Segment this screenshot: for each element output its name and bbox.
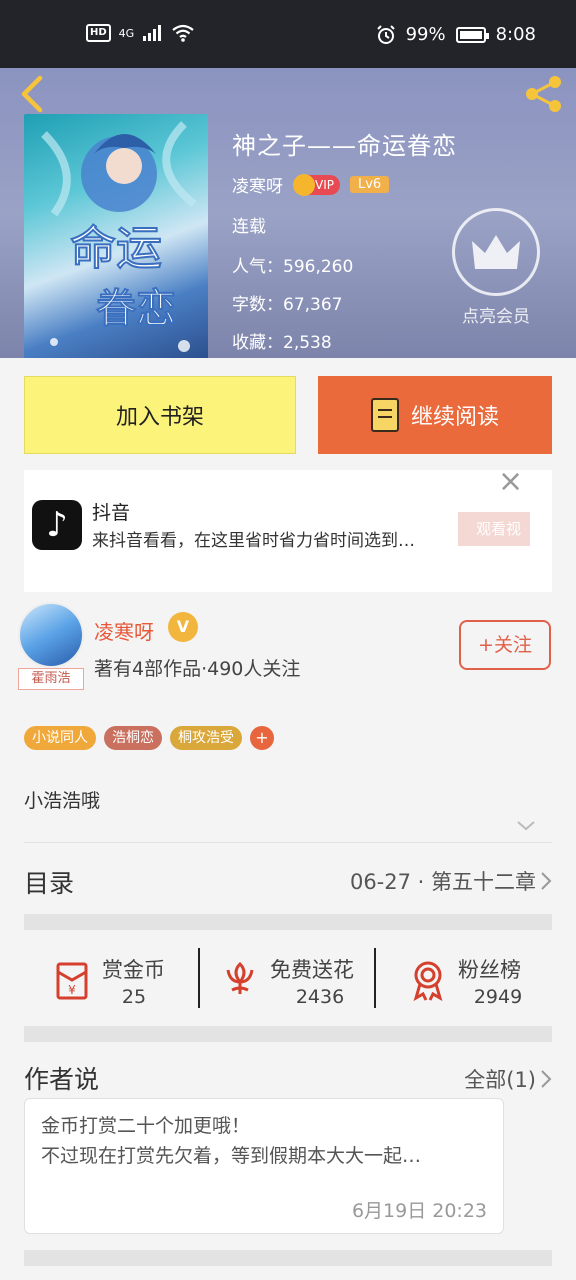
reward-coins-label: 赏金币 bbox=[102, 958, 165, 982]
book-author[interactable]: 凌寒呀 bbox=[232, 172, 283, 197]
book-intro: 小浩浩哦 bbox=[24, 790, 101, 812]
avatar-tag: 霍雨浩 bbox=[18, 668, 84, 690]
send-flower-count: 2436 bbox=[295, 986, 345, 1008]
continue-reading-label: 继续阅读 bbox=[410, 405, 499, 430]
book-title: 神之子——命运眷恋 bbox=[232, 132, 457, 160]
flower-icon bbox=[226, 961, 254, 994]
avatar[interactable] bbox=[18, 602, 84, 668]
member-button[interactable]: 点亮会员 bbox=[452, 208, 540, 327]
ad-banner[interactable]: ♪ 抖音 来抖音看看，在这里省时省力省时间选到… 观看视 × bbox=[24, 467, 552, 592]
svg-text:命运: 命运 bbox=[70, 221, 162, 275]
fan-ranking-label: 粉丝榜 bbox=[458, 958, 521, 982]
vip-badge: VIP bbox=[293, 173, 340, 196]
status-right: 99% 8:08 bbox=[376, 24, 536, 45]
follow-button[interactable]: +关注 bbox=[459, 620, 551, 670]
separator bbox=[198, 948, 200, 1008]
send-flower-label: 免费送花 bbox=[270, 958, 354, 982]
toc-label[interactable]: 目录 bbox=[24, 864, 74, 900]
fan-ranking-button[interactable]: 粉丝榜 2949 bbox=[406, 948, 546, 1012]
separator bbox=[374, 948, 376, 1008]
red-envelope-icon: ¥ bbox=[56, 962, 88, 1000]
word-count-line: 字数：67,367 bbox=[232, 295, 343, 315]
verified-icon: V bbox=[168, 612, 198, 642]
section-divider bbox=[24, 1250, 552, 1266]
member-label: 点亮会员 bbox=[462, 307, 530, 327]
hd-icon: HD bbox=[86, 24, 111, 42]
svg-text:眷恋: 眷恋 bbox=[96, 286, 176, 332]
alarm-icon bbox=[376, 24, 395, 44]
chevron-right-icon[interactable] bbox=[538, 870, 554, 892]
signal-icon bbox=[143, 25, 162, 41]
level-badge: Lv6 bbox=[349, 176, 390, 193]
section-divider bbox=[24, 914, 552, 930]
medal-icon bbox=[413, 961, 443, 1002]
tag-list: 小说同人 浩桐恋 桐攻浩受 + bbox=[24, 726, 274, 750]
reward-coins-button[interactable]: ¥ 赏金币 25 bbox=[50, 948, 200, 1012]
book-icon bbox=[370, 398, 399, 432]
ad-description: 来抖音看看，在这里省时省力省时间选到… bbox=[92, 531, 415, 551]
book-cover[interactable]: 命运 眷恋 bbox=[24, 114, 208, 358]
popularity-line: 人气：596,260 bbox=[232, 257, 354, 277]
clock: 8:08 bbox=[495, 24, 536, 45]
send-flower-button[interactable]: 免费送花 2436 bbox=[218, 948, 378, 1012]
divider bbox=[24, 842, 552, 843]
book-header: 命运 眷恋 神之子——命运眷恋 凌寒呀 VIP Lv6 连载 人气：596,26… bbox=[0, 68, 576, 358]
author-note-card[interactable]: 金币打赏二十个加更哦！ 不过现在打赏先欠着，等到假期本大大一起… 6月19日 2… bbox=[24, 1098, 504, 1234]
battery-percent: 99% bbox=[405, 24, 446, 45]
crown-icon bbox=[293, 173, 315, 196]
tag-chip[interactable]: 桐攻浩受 bbox=[170, 726, 242, 750]
latest-chapter[interactable]: 06-27 · 第五十二章 bbox=[350, 866, 536, 896]
reward-coins-count: 25 bbox=[121, 986, 147, 1008]
back-icon[interactable] bbox=[14, 74, 50, 114]
author-name[interactable]: 凌寒呀 bbox=[94, 616, 154, 645]
continue-reading-button[interactable]: 继续阅读 bbox=[318, 376, 552, 454]
author-section: 霍雨浩 凌寒呀 V 著有4部作品·490人关注 +关注 bbox=[0, 598, 576, 696]
cover-art-image: 命运 眷恋 bbox=[41, 121, 197, 352]
close-icon[interactable]: × bbox=[498, 467, 523, 497]
tag-chip[interactable]: 小说同人 bbox=[24, 726, 96, 750]
tag-chip[interactable]: 浩桐恋 bbox=[104, 726, 162, 750]
section-divider bbox=[24, 1026, 552, 1042]
ad-cta-button[interactable]: 观看视 bbox=[458, 512, 530, 546]
fan-ranking-count: 2949 bbox=[473, 986, 523, 1008]
view-all-link[interactable]: 全部(1) bbox=[464, 1064, 536, 1094]
chevron-down-icon[interactable] bbox=[516, 816, 536, 836]
author-row: 凌寒呀 VIP Lv6 bbox=[232, 172, 390, 197]
reward-bar: ¥ 赏金币 25 免费送花 2436 粉丝榜 2949 bbox=[24, 944, 552, 1014]
add-tag-button[interactable]: + bbox=[250, 726, 274, 750]
serial-status: 连载 bbox=[232, 217, 266, 237]
author-stats: 著有4部作品·490人关注 bbox=[94, 658, 301, 680]
crown-icon bbox=[452, 208, 540, 296]
wifi-icon bbox=[172, 24, 194, 42]
chevron-right-icon[interactable] bbox=[538, 1068, 554, 1090]
note-line-2: 不过现在打赏先欠着，等到假期本大大一起… bbox=[41, 1145, 422, 1167]
author-says-title: 作者说 bbox=[24, 1065, 100, 1094]
status-bar: HD 4G 99% 8:08 bbox=[0, 0, 576, 68]
network-label: 4G bbox=[118, 26, 135, 40]
status-left-icons: HD 4G bbox=[86, 24, 194, 42]
note-timestamp: 6月19日 20:23 bbox=[351, 1200, 487, 1222]
add-to-shelf-button[interactable]: 加入书架 bbox=[24, 376, 296, 454]
svg-text:¥: ¥ bbox=[68, 983, 76, 997]
battery-icon bbox=[455, 26, 489, 43]
douyin-logo-icon: ♪ bbox=[32, 500, 82, 550]
ad-title: 抖音 bbox=[92, 502, 131, 524]
note-line-1: 金币打赏二十个加更哦！ bbox=[41, 1115, 251, 1137]
share-icon[interactable] bbox=[524, 74, 564, 114]
favorites-line: 收藏：2,538 bbox=[232, 333, 332, 353]
